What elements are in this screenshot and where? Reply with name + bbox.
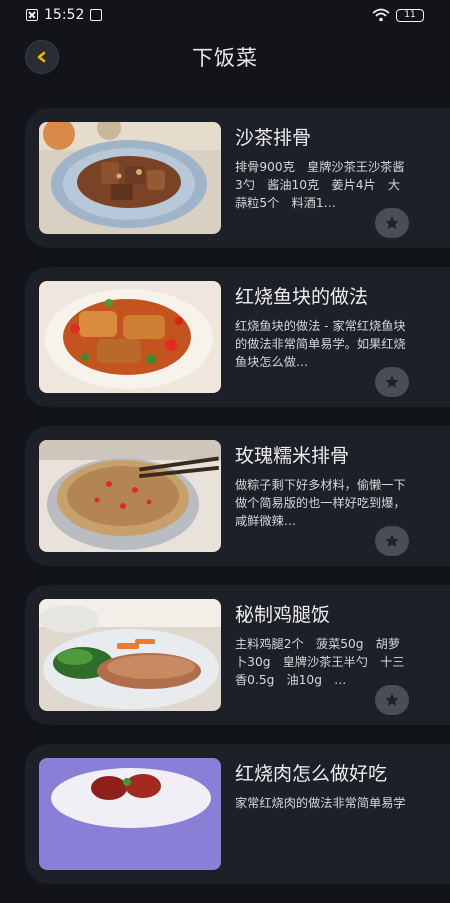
recipe-card[interactable]: 红烧鱼块的做法 红烧鱼块的做法 - 家常红烧鱼块的做法非常简单易学。如果红烧鱼块… <box>25 267 450 407</box>
recipe-title: 秘制鸡腿饭 <box>235 604 331 626</box>
image-notification-icon <box>90 9 103 21</box>
recipe-image <box>39 440 221 552</box>
recipe-title: 玫瑰糯米排骨 <box>235 445 350 467</box>
recipe-description: 做粽子剩下好多材料，偷懒一下做个简易版的也一样好吃到爆，咸鲜微辣… <box>235 478 406 528</box>
recipe-card[interactable]: 秘制鸡腿饭 主料鸡腿2个 菠菜50g 胡萝卜30g 皇牌沙茶王半勺 十三香0.5… <box>25 585 450 725</box>
recipe-card[interactable]: 红烧肉怎么做好吃 家常红烧肉的做法非常简单易学 <box>25 744 450 884</box>
recipe-description: 排骨900克 皇牌沙茶王沙茶酱3勺 酱油10克 姜片4片 大蒜粒5个 料酒1… <box>235 160 405 210</box>
recipe-image <box>39 758 221 870</box>
star-icon <box>385 216 399 229</box>
status-right: 11 <box>372 8 424 22</box>
recipe-title: 红烧鱼块的做法 <box>235 286 369 308</box>
favorite-button[interactable] <box>375 208 409 238</box>
recipe-card[interactable]: 玫瑰糯米排骨 做粽子剩下好多材料，偷懒一下做个简易版的也一样好吃到爆，咸鲜微辣… <box>25 426 450 566</box>
chevron-left-icon <box>37 51 46 63</box>
recipe-card[interactable]: 沙茶排骨 排骨900克 皇牌沙茶王沙茶酱3勺 酱油10克 姜片4片 大蒜粒5个 … <box>25 108 450 248</box>
favorite-button[interactable] <box>375 526 409 556</box>
recipe-image <box>39 281 221 393</box>
recipe-description: 红烧鱼块的做法 - 家常红烧鱼块的做法非常简单易学。如果红烧鱼块怎么做… <box>235 319 406 369</box>
page-title: 下饭菜 <box>192 46 258 70</box>
star-icon <box>385 534 399 547</box>
status-left: 15:52 <box>26 7 103 23</box>
wifi-icon <box>372 8 390 22</box>
star-icon <box>385 375 399 388</box>
status-time: 15:52 <box>44 7 85 23</box>
recipe-description: 家常红烧肉的做法非常简单易学 <box>235 796 406 810</box>
recipe-title: 红烧肉怎么做好吃 <box>235 763 388 785</box>
recipe-description: 主料鸡腿2个 菠菜50g 胡萝卜30g 皇牌沙茶王半勺 十三香0.5g 油10g… <box>235 637 405 687</box>
favorite-button[interactable] <box>375 685 409 715</box>
recipe-list: 沙茶排骨 排骨900克 皇牌沙茶王沙茶酱3勺 酱油10克 姜片4片 大蒜粒5个 … <box>25 108 450 903</box>
battery-icon: 11 <box>396 8 424 22</box>
header: 下饭菜 <box>0 32 450 82</box>
recipe-image <box>39 122 221 234</box>
status-bar: 15:52 11 <box>0 0 450 30</box>
recipe-image <box>39 599 221 711</box>
recipe-title: 沙茶排骨 <box>235 127 312 149</box>
back-button[interactable] <box>25 40 59 74</box>
notification-x-icon <box>26 9 38 21</box>
favorite-button[interactable] <box>375 367 409 397</box>
star-icon <box>385 693 399 706</box>
